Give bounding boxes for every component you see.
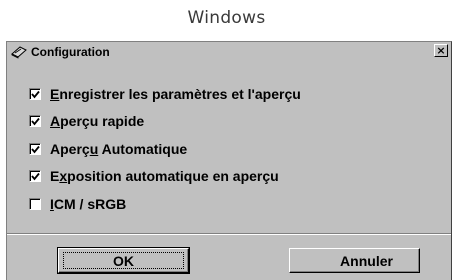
quick-preview-checkbox[interactable]: [29, 115, 41, 128]
cancel-button-label: Annuler: [340, 252, 393, 269]
os-caption: Windows: [187, 8, 266, 28]
scanner-app-icon: [10, 44, 28, 60]
checkmark-icon: [31, 90, 40, 99]
separator: [7, 233, 451, 235]
auto-exposure-preview-checkbox[interactable]: [29, 170, 41, 183]
options-list: Enregistrer les paramètres et l'aperçu Ap…: [29, 80, 301, 218]
title-bar[interactable]: Configuration ×: [7, 42, 451, 61]
focus-rectangle: [63, 252, 184, 269]
option-icm-srgb[interactable]: ICM / sRGB: [29, 190, 301, 218]
cancel-button[interactable]: Annuler: [289, 248, 420, 273]
auto-preview-label: Aperçu Automatique: [50, 140, 188, 157]
checkmark-icon: [31, 173, 40, 181]
dialog-title: Configuration: [31, 44, 110, 59]
auto-preview-checkbox[interactable]: [29, 142, 41, 155]
checkmark-icon: [31, 118, 40, 126]
option-auto-preview[interactable]: Aperçu Automatique: [29, 135, 301, 163]
option-auto-exposure-preview[interactable]: Exposition automatique en aperçu: [29, 163, 301, 191]
option-quick-preview[interactable]: Aperçu rapide: [29, 108, 301, 136]
quick-preview-label: Aperçu rapide: [50, 113, 145, 130]
auto-exposure-preview-label: Exposition automatique en aperçu: [50, 168, 279, 185]
close-icon: ×: [436, 44, 446, 57]
save-settings-preview-label: Enregistrer les paramètres et l'aperçu: [50, 85, 301, 102]
option-save-settings-preview[interactable]: Enregistrer les paramètres et l'aperçu: [29, 80, 301, 108]
configuration-dialog: Configuration × Enregistrer les paramètr…: [6, 41, 452, 280]
ok-button[interactable]: OK: [57, 247, 190, 274]
page: Windows Configuration × Enregistrer les …: [0, 0, 453, 280]
save-settings-preview-checkbox[interactable]: [29, 87, 41, 100]
close-button[interactable]: ×: [434, 44, 448, 57]
icm-srgb-label: ICM / sRGB: [50, 195, 127, 212]
checkmark-icon: [31, 145, 40, 154]
icm-srgb-checkbox[interactable]: [29, 197, 41, 210]
